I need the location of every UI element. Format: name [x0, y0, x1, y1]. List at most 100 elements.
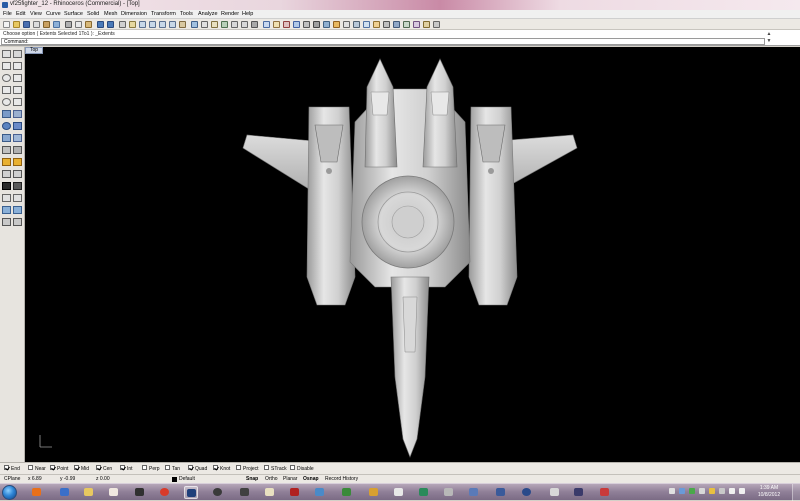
current-layer[interactable]: Default — [179, 476, 195, 482]
lock-icon[interactable] — [251, 21, 258, 28]
snap-toggle[interactable]: Snap — [246, 476, 258, 482]
record-history-toggle[interactable]: Record History — [325, 476, 358, 482]
show-desktop-button[interactable] — [792, 484, 800, 501]
menu-render[interactable]: Render — [221, 11, 239, 17]
taskbar-app-8[interactable] — [417, 486, 431, 499]
taskbar-app-6[interactable] — [367, 486, 381, 499]
taskbar-app-1[interactable] — [107, 486, 121, 499]
history-scroll-up-icon[interactable]: ▲ — [766, 31, 772, 37]
rotate-icon[interactable] — [2, 206, 11, 214]
planar-toggle[interactable]: Planar — [283, 476, 297, 482]
polyline-icon[interactable] — [2, 62, 11, 70]
light-icon[interactable] — [363, 21, 370, 28]
curve-icon[interactable] — [13, 74, 22, 82]
menu-analyze[interactable]: Analyze — [198, 11, 218, 17]
osnap-project[interactable]: Project — [236, 465, 259, 473]
menu-mesh[interactable]: Mesh — [104, 11, 117, 17]
extrude-icon[interactable] — [13, 134, 22, 142]
taskbar-app-12[interactable] — [520, 486, 534, 499]
volume-icon[interactable] — [739, 488, 745, 494]
zoom-dynamic-icon[interactable] — [139, 21, 146, 28]
taskbar-app-15[interactable] — [598, 486, 612, 499]
taskbar-firefox[interactable] — [30, 486, 44, 499]
osnap-strack[interactable]: STrack — [264, 465, 287, 473]
command-input[interactable]: Command: — [1, 38, 765, 45]
sphere-icon[interactable] — [2, 122, 11, 130]
taskbar-app-2[interactable] — [133, 486, 147, 499]
menu-transform[interactable]: Transform — [151, 11, 176, 17]
surface-corner-icon[interactable] — [13, 110, 22, 118]
tray-app-icon[interactable] — [679, 488, 685, 494]
osnap-end[interactable]: End — [4, 465, 20, 473]
tray-expand-icon[interactable] — [669, 488, 675, 494]
menu-file[interactable]: File — [3, 11, 12, 17]
zoom-selected-icon[interactable] — [169, 21, 176, 28]
print-icon[interactable] — [33, 21, 40, 28]
move-icon[interactable] — [2, 194, 11, 202]
named-views-icon[interactable] — [403, 21, 410, 28]
taskbar-app-3[interactable] — [263, 486, 277, 499]
join-icon[interactable] — [2, 170, 11, 178]
material-icon[interactable] — [353, 21, 360, 28]
osnap-disable[interactable]: Disable — [290, 465, 314, 473]
rectangle-icon[interactable] — [2, 86, 11, 94]
taskbar-photoshop[interactable] — [184, 486, 198, 499]
viewport-title-tab[interactable]: Top — [25, 47, 44, 54]
taskbar-app-9[interactable] — [442, 486, 456, 499]
paste-icon[interactable] — [85, 21, 92, 28]
fillet-icon[interactable] — [2, 146, 11, 154]
menu-view[interactable]: View — [30, 11, 42, 17]
polygon-icon[interactable] — [13, 86, 22, 94]
osnap-toggle[interactable]: Osnap — [303, 476, 319, 482]
environment-icon[interactable] — [373, 21, 380, 28]
taskbar-media[interactable] — [58, 486, 72, 499]
osnap-mid[interactable]: Mid — [74, 465, 89, 473]
network-icon[interactable] — [729, 488, 735, 494]
new-file-icon[interactable] — [3, 21, 10, 28]
menu-surface[interactable]: Surface — [64, 11, 83, 17]
osnap-knot[interactable]: Knot — [213, 465, 230, 473]
menu-curve[interactable]: Curve — [46, 11, 61, 17]
undo-view-icon[interactable] — [179, 21, 186, 28]
layer-color-swatch[interactable] — [172, 477, 177, 482]
rotate-view-icon[interactable] — [129, 21, 136, 28]
select-arrow-icon[interactable] — [2, 50, 11, 58]
undo-icon[interactable] — [97, 21, 104, 28]
rhino-app-icon[interactable] — [2, 2, 8, 8]
open-file-icon[interactable] — [13, 21, 20, 28]
tray-app-icon[interactable] — [699, 488, 705, 494]
menu-solid[interactable]: Solid — [87, 11, 99, 17]
osnap-near[interactable]: Near — [28, 465, 46, 473]
top-viewport[interactable]: Top — [25, 47, 800, 462]
split-icon[interactable] — [13, 158, 22, 166]
save-icon[interactable] — [23, 21, 30, 28]
ungroup-icon[interactable] — [13, 182, 22, 190]
four-viewports-icon[interactable] — [191, 21, 198, 28]
mesh-icon[interactable] — [2, 134, 11, 142]
shaded-icon[interactable] — [313, 21, 320, 28]
snapshot-icon[interactable] — [423, 21, 430, 28]
title-bar[interactable]: vf25fighter_12 - Rhinoceros (Commercial)… — [0, 0, 800, 10]
scale-icon[interactable] — [13, 206, 22, 214]
camera-icon[interactable] — [393, 21, 400, 28]
menu-edit[interactable]: Edit — [16, 11, 25, 17]
trim-icon[interactable] — [2, 158, 11, 166]
point-icon[interactable] — [13, 50, 22, 58]
zoom-extents-icon[interactable] — [159, 21, 166, 28]
menu-tools[interactable]: Tools — [180, 11, 193, 17]
pan-icon[interactable] — [119, 21, 126, 28]
box-icon[interactable] — [13, 122, 22, 130]
osnap-tan[interactable]: Tan — [165, 465, 180, 473]
menu-help[interactable]: Help — [242, 11, 253, 17]
line-icon[interactable] — [13, 62, 22, 70]
taskbar-zbrush[interactable] — [238, 486, 252, 499]
circle-icon[interactable] — [2, 74, 11, 82]
clipping-plane-icon[interactable] — [413, 21, 420, 28]
taskbar-app-11[interactable] — [494, 486, 508, 499]
taskbar-clock[interactable]: 1:39 AM 10/8/2012 — [754, 485, 784, 499]
copy-object-icon[interactable] — [13, 194, 22, 202]
taskbar-skype[interactable] — [211, 486, 225, 499]
tray-app-icon[interactable] — [689, 488, 695, 494]
taskbar-acrobat[interactable] — [288, 486, 302, 499]
mirror-icon[interactable] — [2, 218, 11, 226]
